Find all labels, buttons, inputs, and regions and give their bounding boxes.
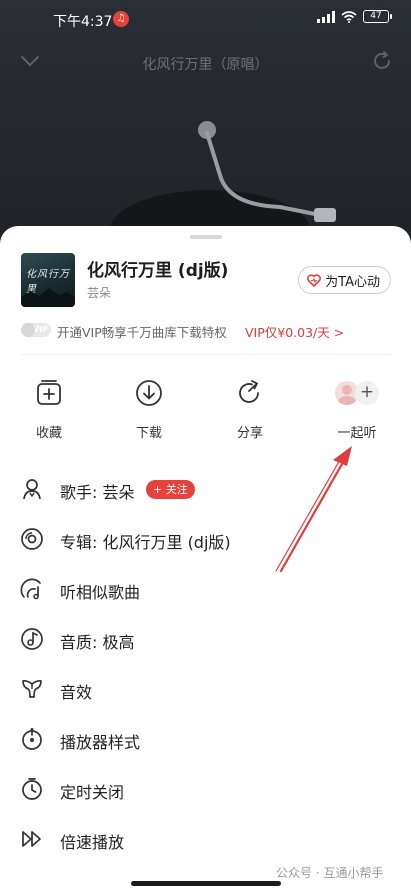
menu-label-speed: 倍速播放 bbox=[60, 833, 125, 852]
refresh-icon[interactable] bbox=[371, 50, 393, 72]
mountain-image bbox=[21, 288, 75, 307]
listen-together-label: 一起听 bbox=[337, 426, 377, 441]
song-title: 化风行万里 (dj版) bbox=[87, 261, 229, 281]
heart-button-label: 为TA心动 bbox=[325, 274, 380, 290]
menu-label-sound-effect: 音效 bbox=[60, 683, 93, 702]
vip-badge: VIP bbox=[21, 323, 51, 337]
speed-icon bbox=[22, 831, 41, 847]
vip-promo-text: 开通VIP畅享千万曲库下载特权 bbox=[57, 325, 227, 340]
collect-button[interactable]: 收藏 bbox=[9, 378, 89, 441]
download-label: 下载 bbox=[135, 426, 162, 441]
menu-item-speed[interactable]: 倍速播放 bbox=[0, 816, 411, 866]
listen-together-button[interactable]: + 一起听 bbox=[317, 378, 397, 441]
menu-label-timer: 定时关闭 bbox=[60, 783, 125, 802]
vip-price-link[interactable]: VIP仅¥0.03/天 > bbox=[245, 322, 344, 341]
song-artist[interactable]: 芸朵 bbox=[87, 284, 111, 301]
menu-label-singer: 歌手: 芸朵 bbox=[60, 483, 135, 502]
menu-item-album[interactable]: 专辑: 化风行万里 (dj版) bbox=[0, 516, 411, 566]
download-button[interactable]: 下载 bbox=[109, 378, 189, 441]
song-info: 化风行万里 化风行万里 (dj版) 芸朵 为TA心动 bbox=[21, 253, 391, 307]
menu-label-album: 专辑: 化风行万里 (dj版) bbox=[60, 533, 231, 552]
add-to-collection-icon bbox=[37, 380, 61, 405]
menu-item-player-style[interactable]: 播放器样式 bbox=[0, 716, 411, 766]
watermark: 公众号 · 互通小帮手 bbox=[276, 866, 384, 880]
collect-label: 收藏 bbox=[35, 426, 62, 441]
status-icons: 47 bbox=[317, 10, 392, 23]
menu-item-similar-songs[interactable]: 听相似歌曲 bbox=[0, 566, 411, 616]
music-app-icon: ♫ bbox=[113, 11, 129, 27]
listen-together-icon: + bbox=[335, 378, 379, 408]
menu-item-timer[interactable]: 定时关闭 bbox=[0, 766, 411, 816]
similar-songs-icon bbox=[20, 578, 41, 600]
player-background: 下午4:37 ♫ 47 化风行万里（原唱） bbox=[0, 0, 411, 270]
menu-item-quality[interactable]: 音质: 极高 bbox=[0, 616, 411, 666]
timer-icon bbox=[22, 778, 42, 800]
heart-icon bbox=[307, 273, 322, 287]
share-button[interactable]: 分享 bbox=[210, 378, 290, 441]
player-style-icon bbox=[22, 728, 42, 750]
quality-icon bbox=[21, 628, 43, 650]
wifi-icon bbox=[341, 10, 357, 23]
album-icon bbox=[21, 528, 43, 550]
player-header: 化风行万里（原唱） bbox=[0, 50, 411, 76]
divider bbox=[21, 354, 391, 355]
drag-handle[interactable] bbox=[190, 235, 222, 239]
menu-item-sound-effect[interactable]: 音效 bbox=[0, 666, 411, 716]
share-label: 分享 bbox=[236, 426, 263, 441]
menu-label-similar-songs: 听相似歌曲 bbox=[60, 583, 141, 602]
action-row: 收藏 下载 分享 + 一起听 bbox=[0, 378, 411, 441]
player-song-title: 化风行万里（原唱） bbox=[142, 57, 269, 73]
battery-icon: 47 bbox=[363, 10, 392, 23]
download-icon bbox=[136, 380, 162, 406]
signal-icon bbox=[317, 10, 335, 23]
follow-button[interactable]: + 关注 bbox=[146, 480, 195, 499]
menu-label-player-style: 播放器样式 bbox=[60, 733, 141, 752]
status-bar: 下午4:37 ♫ 47 bbox=[0, 0, 411, 40]
singer-icon bbox=[23, 479, 41, 500]
sound-effect-icon bbox=[22, 679, 42, 698]
vip-promo[interactable]: VIP 开通VIP畅享千万曲库下载特权 VIP仅¥0.03/天 > bbox=[21, 320, 391, 342]
menu-item-singer[interactable]: 歌手: 芸朵 + 关注 bbox=[0, 466, 411, 516]
song-options-sheet: 化风行万里 化风行万里 (dj版) 芸朵 为TA心动 VIP 开通VIP畅享千万… bbox=[0, 226, 411, 893]
menu-label-quality: 音质: 极高 bbox=[60, 633, 135, 652]
home-indicator[interactable] bbox=[131, 881, 281, 886]
album-cover[interactable]: 化风行万里 bbox=[21, 253, 75, 307]
status-time: 下午4:37 bbox=[53, 14, 113, 30]
plus-icon: + bbox=[355, 381, 379, 405]
share-icon bbox=[239, 380, 259, 403]
heart-for-ta-button[interactable]: 为TA心动 bbox=[298, 266, 391, 294]
